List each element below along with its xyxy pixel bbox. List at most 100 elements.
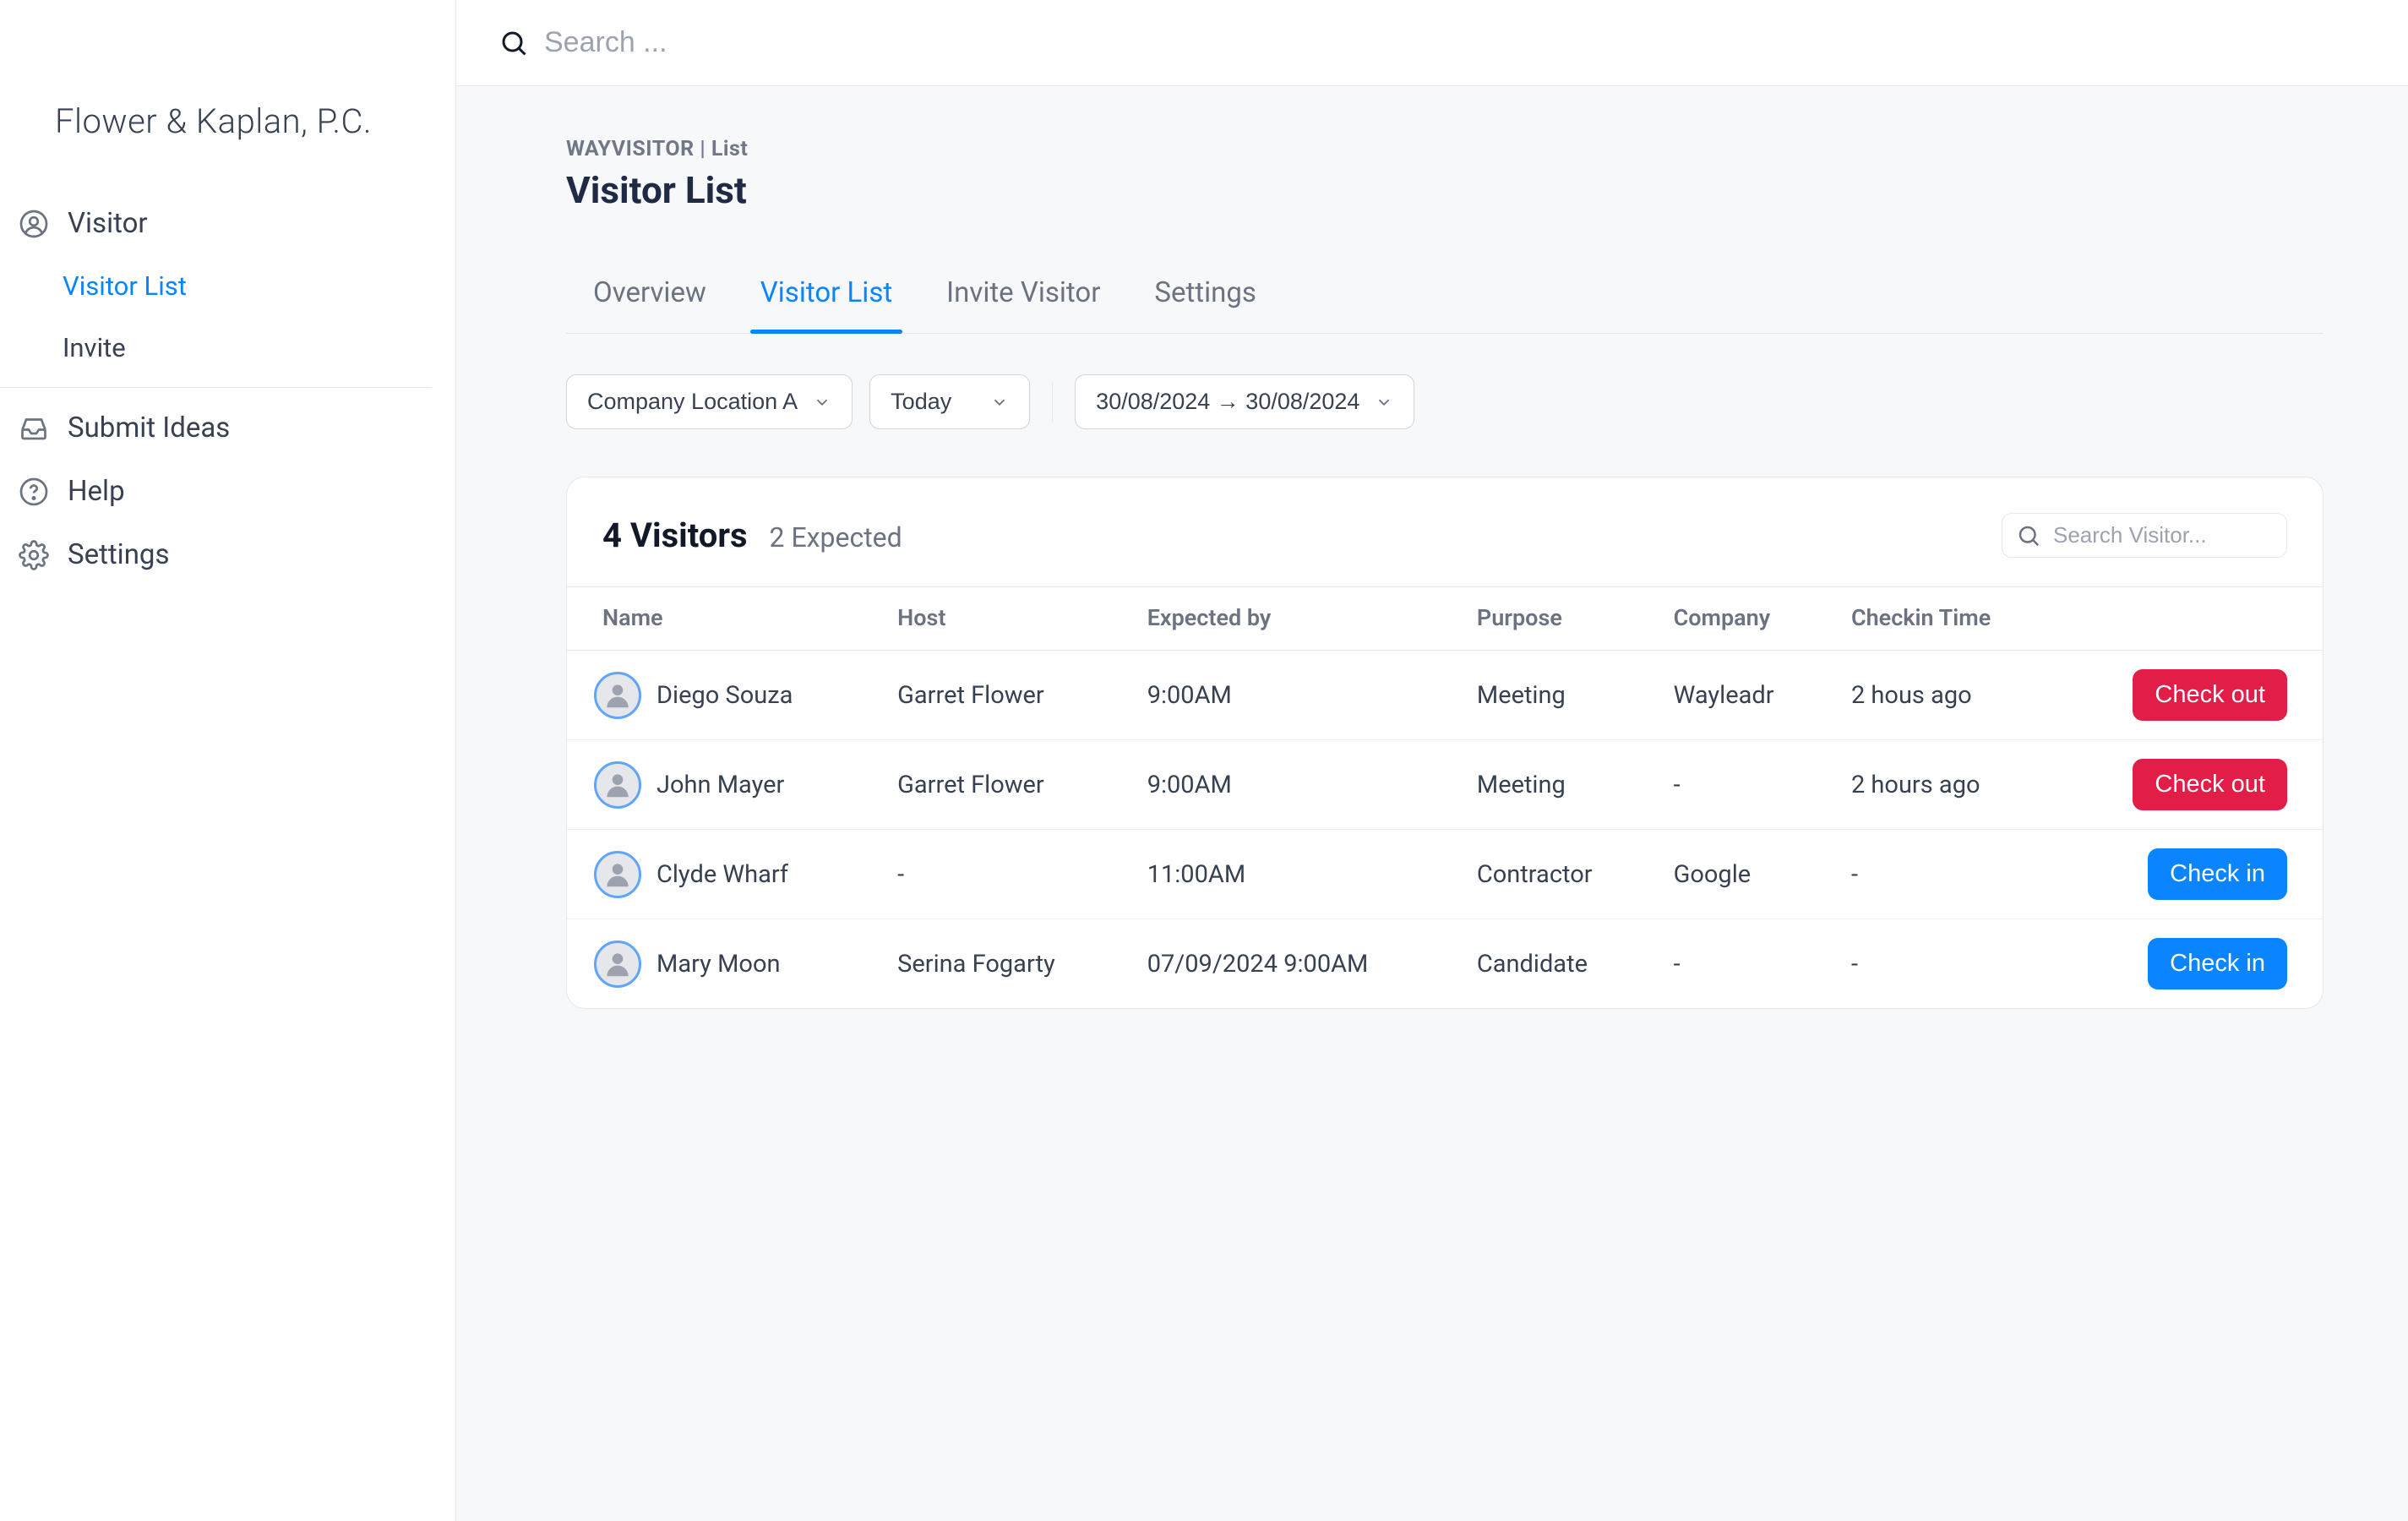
sidebar-item-visitor-list[interactable]: Visitor List: [0, 255, 455, 317]
search-icon: [498, 28, 529, 58]
sidebar-item-submit-ideas[interactable]: Submit Ideas: [0, 396, 455, 460]
topbar: [456, 0, 2408, 86]
tab-label: Invite Visitor: [946, 276, 1100, 309]
sidebar-item-settings[interactable]: Settings: [0, 523, 455, 586]
global-search[interactable]: [498, 26, 1051, 59]
count-sub: 2 Expected: [770, 521, 902, 553]
avatar: [594, 672, 641, 719]
visitor-name: Diego Souza: [656, 681, 793, 710]
visitor-counts: 4 Visitors 2 Expected: [602, 515, 902, 555]
visitor-name: John Mayer: [656, 771, 784, 799]
nav-section: Visitor Visitor List Invite Submit Ideas…: [0, 192, 455, 586]
col-host: Host: [877, 587, 1127, 651]
visitor-company: -: [1653, 740, 1831, 830]
visitor-host: Garret Flower: [877, 740, 1127, 830]
filter-separator: [1052, 382, 1053, 422]
tab-label: Overview: [593, 276, 706, 309]
table-row: Diego Souza Garret Flower9:00AMMeetingWay…: [567, 651, 2323, 740]
visitor-expected: 11:00AM: [1127, 830, 1457, 919]
tab-invite-visitor[interactable]: Invite Visitor: [945, 263, 1102, 333]
col-checkin-time: Checkin Time: [1831, 587, 2058, 651]
filter-date-range[interactable]: 30/08/2024 → 30/08/2024: [1075, 374, 1414, 429]
filter-label: Company Location A: [587, 389, 798, 415]
sidebar: Flower & Kaplan, P.C. Visitor Visitor Li…: [0, 0, 456, 1521]
table-row: Mary Moon Serina Fogarty07/09/2024 9:00AM…: [567, 919, 2323, 1009]
filter-period[interactable]: Today: [869, 374, 1030, 429]
sidebar-item-label: Visitor List: [63, 270, 187, 302]
visitor-host: -: [877, 830, 1127, 919]
visitor-expected: 9:00AM: [1127, 740, 1457, 830]
sidebar-item-invite[interactable]: Invite: [0, 317, 455, 379]
avatar: [594, 761, 641, 809]
page-title: Visitor List: [566, 168, 2324, 212]
visitor-expected: 9:00AM: [1127, 651, 1457, 740]
check-out-button[interactable]: Check out: [2133, 759, 2287, 810]
visitor-purpose: Meeting: [1457, 740, 1653, 830]
content: WAYVISITOR | List Visitor List Overview …: [456, 86, 2408, 1060]
check-in-button[interactable]: Check in: [2148, 938, 2287, 989]
chevron-down-icon: [813, 393, 831, 412]
visitor-expected: 07/09/2024 9:00AM: [1127, 919, 1457, 1009]
visitor-name: Mary Moon: [656, 950, 781, 979]
check-in-button[interactable]: Check in: [2148, 848, 2287, 900]
brand-title: Flower & Kaplan, P.C.: [0, 101, 455, 192]
tab-label: Visitor List: [760, 276, 892, 309]
gear-icon: [19, 540, 49, 570]
visitor-company: Google: [1653, 830, 1831, 919]
visitor-search-input[interactable]: [2053, 522, 2273, 548]
search-input[interactable]: [544, 26, 1051, 59]
visitor-purpose: Contractor: [1457, 830, 1653, 919]
visitor-checkin: -: [1831, 919, 2058, 1009]
visitor-search[interactable]: [2002, 513, 2287, 558]
col-expected-by: Expected by: [1127, 587, 1457, 651]
tab-label: Settings: [1154, 276, 1256, 309]
chevron-down-icon: [990, 393, 1009, 412]
check-out-button[interactable]: Check out: [2133, 669, 2287, 721]
sidebar-item-help[interactable]: Help: [0, 460, 455, 523]
sidebar-item-label: Visitor: [68, 207, 148, 240]
tab-overview[interactable]: Overview: [591, 263, 708, 333]
visitor-card: 4 Visitors 2 Expected Name Host Expected…: [566, 477, 2324, 1009]
divider: [0, 387, 431, 388]
main-region: WAYVISITOR | List Visitor List Overview …: [456, 0, 2408, 1521]
col-name: Name: [567, 587, 877, 651]
breadcrumb: WAYVISITOR | List: [566, 137, 2324, 161]
col-company: Company: [1653, 587, 1831, 651]
search-icon: [2016, 523, 2041, 548]
visitor-company: -: [1653, 919, 1831, 1009]
filter-bar: Company Location A Today 30/08/2024 → 30…: [566, 374, 2324, 429]
chevron-down-icon: [1375, 393, 1393, 412]
help-circle-icon: [19, 477, 49, 507]
inbox-icon: [19, 413, 49, 444]
tab-settings[interactable]: Settings: [1152, 263, 1258, 333]
visitor-checkin: -: [1831, 830, 2058, 919]
visitor-name: Clyde Wharf: [656, 860, 788, 889]
user-circle-icon: [19, 209, 49, 239]
col-action: [2058, 587, 2323, 651]
visitor-table: Name Host Expected by Purpose Company Ch…: [567, 586, 2323, 1008]
visitor-host: Garret Flower: [877, 651, 1127, 740]
avatar: [594, 851, 641, 898]
col-purpose: Purpose: [1457, 587, 1653, 651]
visitor-purpose: Candidate: [1457, 919, 1653, 1009]
filter-label: Today: [891, 389, 951, 415]
filter-location[interactable]: Company Location A: [566, 374, 853, 429]
tab-visitor-list[interactable]: Visitor List: [759, 263, 894, 333]
sidebar-item-label: Help: [68, 475, 125, 508]
sidebar-item-label: Invite: [63, 332, 126, 363]
visitor-checkin: 2 hous ago: [1831, 651, 2058, 740]
visitor-host: Serina Fogarty: [877, 919, 1127, 1009]
sidebar-item-label: Submit Ideas: [68, 412, 230, 444]
count-main: 4 Visitors: [602, 515, 748, 555]
card-header: 4 Visitors 2 Expected: [567, 477, 2323, 586]
filter-label: 30/08/2024 → 30/08/2024: [1096, 389, 1359, 415]
avatar: [594, 940, 641, 988]
tabs: Overview Visitor List Invite Visitor Set…: [566, 263, 2324, 334]
table-row: John Mayer Garret Flower9:00AMMeeting-2 h…: [567, 740, 2323, 830]
visitor-purpose: Meeting: [1457, 651, 1653, 740]
sidebar-item-visitor[interactable]: Visitor: [0, 192, 455, 255]
visitor-checkin: 2 hours ago: [1831, 740, 2058, 830]
table-row: Clyde Wharf-11:00AMContractorGoogle-Chec…: [567, 830, 2323, 919]
sidebar-item-label: Settings: [68, 538, 170, 571]
visitor-company: Wayleadr: [1653, 651, 1831, 740]
